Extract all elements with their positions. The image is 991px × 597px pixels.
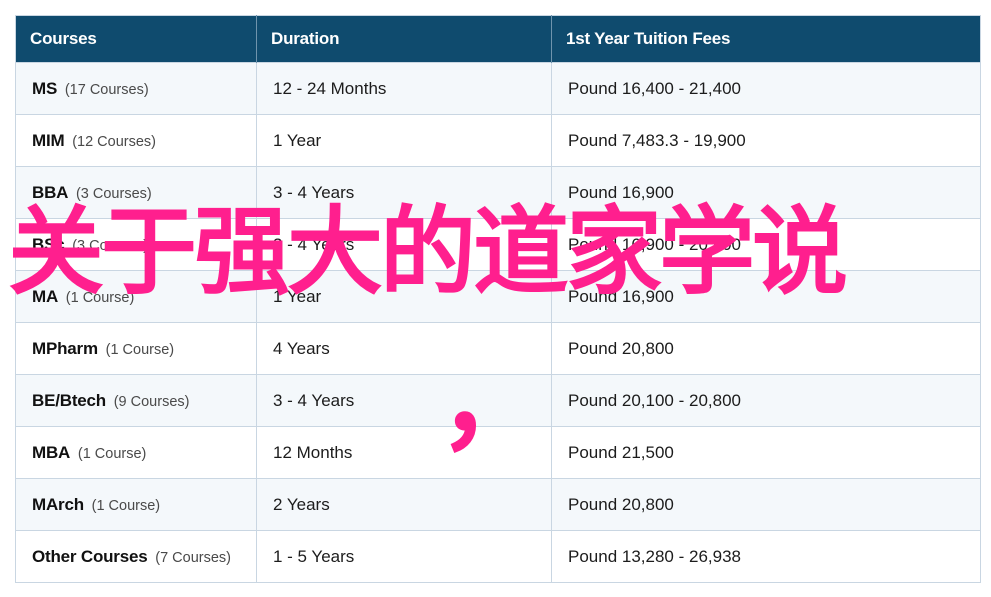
course-name: MS — [32, 78, 58, 98]
course-name: BBA — [32, 182, 69, 202]
table-row: MPharm (1 Course) 4 Years Pound 20,800 — [15, 322, 981, 375]
cell-course: Other Courses (7 Courses) — [15, 530, 257, 583]
table-row: Other Courses (7 Courses) 1 - 5 Years Poun… — [15, 530, 981, 583]
cell-course: MS (17 Courses) — [15, 62, 257, 115]
table-row: BE/Btech (9 Courses) 3 - 4 Years Pound 20,… — [15, 374, 981, 427]
course-name: BSc — [32, 234, 65, 254]
cell-duration: 3 - 4 Years — [256, 218, 552, 271]
header-tuition-fees: 1st Year Tuition Fees — [551, 15, 981, 63]
table-row: MIM (12 Courses) 1 Year Pound 7,483.3 - 19… — [15, 114, 981, 167]
course-count: (1 Course) — [105, 341, 175, 358]
header-duration: Duration — [256, 15, 552, 63]
cell-course: MA (1 Course) — [15, 270, 257, 323]
cell-fees: Pound 21,500 — [551, 426, 981, 479]
course-count: (12 Courses) — [72, 133, 156, 150]
table-row: MS (17 Courses) 12 - 24 Months Pound 16,40… — [15, 62, 981, 115]
table-header: Courses Duration 1st Year Tuition Fees — [15, 15, 981, 63]
course-count: (9 Courses) — [113, 393, 190, 410]
cell-duration: 12 Months — [256, 426, 552, 479]
course-count: (3 Courses) — [75, 185, 152, 202]
course-name: BE/Btech — [32, 390, 106, 410]
course-name: MArch — [32, 494, 84, 514]
table-row: MA (1 Course) 1 Year Pound 16,900 — [15, 270, 981, 323]
cell-fees: Pound 20,800 — [551, 322, 981, 375]
cell-course: MArch (1 Course) — [15, 478, 257, 531]
cell-duration: 3 - 4 Years — [256, 374, 552, 427]
page-frame: Courses Duration 1st Year Tuition Fees M… — [0, 0, 991, 597]
cell-duration: 1 Year — [256, 270, 552, 323]
cell-fees: Pound 16,400 - 21,400 — [551, 62, 981, 115]
cell-course: BBA (3 Courses) — [15, 166, 257, 219]
cell-duration: 4 Years — [256, 322, 552, 375]
tuition-fees-table: Courses Duration 1st Year Tuition Fees M… — [15, 15, 981, 583]
course-name: Other Courses — [32, 546, 148, 566]
course-count: (1 Course) — [91, 497, 161, 514]
cell-fees: Pound 16,900 — [551, 166, 981, 219]
table-row: MBA (1 Course) 12 Months Pound 21,500 — [15, 426, 981, 479]
course-name: MPharm — [32, 338, 98, 358]
cell-course: BE/Btech (9 Courses) — [15, 374, 257, 427]
table-row: BBA (3 Courses) 3 - 4 Years Pound 16,900 — [15, 166, 981, 219]
course-count: (1 Course) — [65, 289, 135, 306]
cell-duration: 12 - 24 Months — [256, 62, 552, 115]
cell-duration: 1 Year — [256, 114, 552, 167]
cell-course: MBA (1 Course) — [15, 426, 257, 479]
course-count: (7 Courses) — [155, 549, 231, 566]
table-body: MS (17 Courses) 12 - 24 Months Pound 16,40… — [15, 62, 981, 583]
cell-fees: Pound 20,800 — [551, 478, 981, 531]
course-name: MIM — [32, 130, 65, 150]
course-name: MA — [32, 286, 59, 306]
table-row: MArch (1 Course) 2 Years Pound 20,800 — [15, 478, 981, 531]
cell-fees: Pound 13,280 - 26,938 — [551, 530, 981, 583]
course-count: (17 Courses) — [64, 81, 149, 98]
cell-fees: Pound 20,100 - 20,800 — [551, 374, 981, 427]
cell-duration: 2 Years — [256, 478, 552, 531]
course-count: (1 Course) — [77, 445, 147, 462]
cell-course: MPharm (1 Course) — [15, 322, 257, 375]
header-row: Courses Duration 1st Year Tuition Fees — [15, 15, 981, 63]
cell-course: BSc (3 Courses) — [15, 218, 257, 271]
cell-fees: Pound 16,900 - 20,800 — [551, 218, 981, 271]
course-count: (3 Courses) — [72, 237, 148, 254]
cell-fees: Pound 16,900 — [551, 270, 981, 323]
header-courses: Courses — [15, 15, 257, 63]
cell-course: MIM (12 Courses) — [15, 114, 257, 167]
course-name: MBA — [32, 442, 71, 462]
cell-duration: 1 - 5 Years — [256, 530, 552, 583]
table-row: BSc (3 Courses) 3 - 4 Years Pound 16,900 -… — [15, 218, 981, 271]
cell-fees: Pound 7,483.3 - 19,900 — [551, 114, 981, 167]
cell-duration: 3 - 4 Years — [256, 166, 552, 219]
